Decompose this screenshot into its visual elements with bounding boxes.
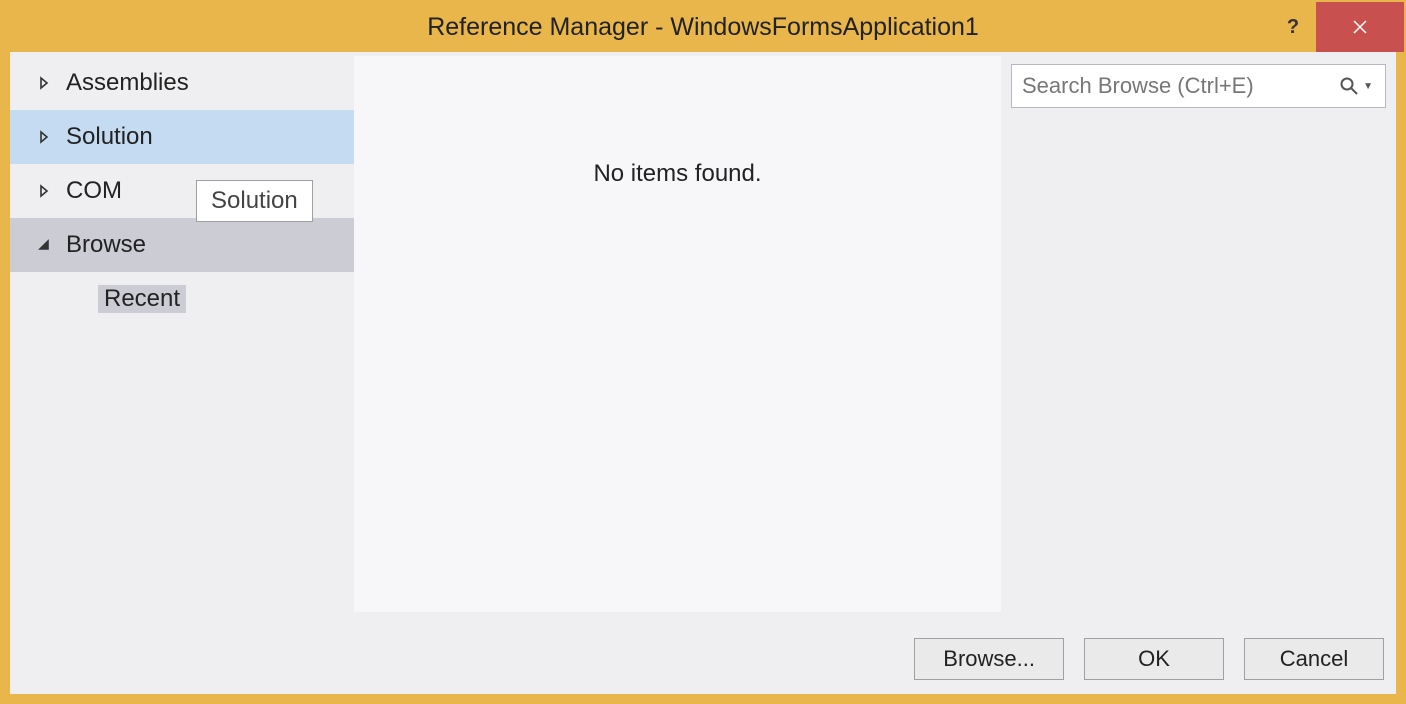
empty-message: No items found.	[593, 160, 761, 612]
dialog-window: Reference Manager - WindowsFormsApplicat…	[0, 0, 1406, 704]
chevron-down-icon	[38, 239, 56, 251]
search-input[interactable]	[1022, 73, 1335, 99]
chevron-down-icon: ▼	[1363, 81, 1373, 92]
chevron-right-icon	[38, 130, 56, 144]
sidebar-subitem-recent[interactable]: Recent	[10, 272, 354, 326]
sidebar-item-label: COM	[66, 177, 122, 205]
sidebar-item-assemblies[interactable]: Assemblies	[10, 56, 354, 110]
footer: Browse... OK Cancel	[10, 624, 1396, 694]
right-panel: ▼	[1001, 52, 1396, 624]
cancel-button[interactable]: Cancel	[1244, 638, 1384, 680]
titlebar-controls: ?	[1270, 2, 1404, 52]
sidebar: Assemblies Solution COM	[10, 52, 354, 624]
sidebar-item-label: Assemblies	[66, 69, 189, 97]
help-button[interactable]: ?	[1270, 2, 1316, 52]
chevron-right-icon	[38, 76, 56, 90]
sidebar-item-com[interactable]: COM	[10, 164, 354, 218]
titlebar: Reference Manager - WindowsFormsApplicat…	[2, 2, 1404, 52]
sidebar-item-solution[interactable]: Solution	[10, 110, 354, 164]
main-panel: No items found.	[354, 56, 1001, 612]
sidebar-item-label: Solution	[66, 123, 153, 151]
sidebar-item-browse[interactable]: Browse	[10, 218, 354, 272]
ok-button[interactable]: OK	[1084, 638, 1224, 680]
dialog-body: Assemblies Solution COM	[2, 52, 1404, 702]
window-title: Reference Manager - WindowsFormsApplicat…	[427, 13, 979, 42]
content-row: Assemblies Solution COM	[10, 52, 1396, 624]
close-icon	[1352, 19, 1368, 35]
chevron-right-icon	[38, 184, 56, 198]
sidebar-subitem-label: Recent	[98, 285, 186, 313]
sidebar-item-label: Browse	[66, 231, 146, 259]
search-icon[interactable]: ▼	[1335, 76, 1377, 96]
search-box[interactable]: ▼	[1011, 64, 1386, 108]
browse-button[interactable]: Browse...	[914, 638, 1064, 680]
close-button[interactable]	[1316, 2, 1404, 52]
